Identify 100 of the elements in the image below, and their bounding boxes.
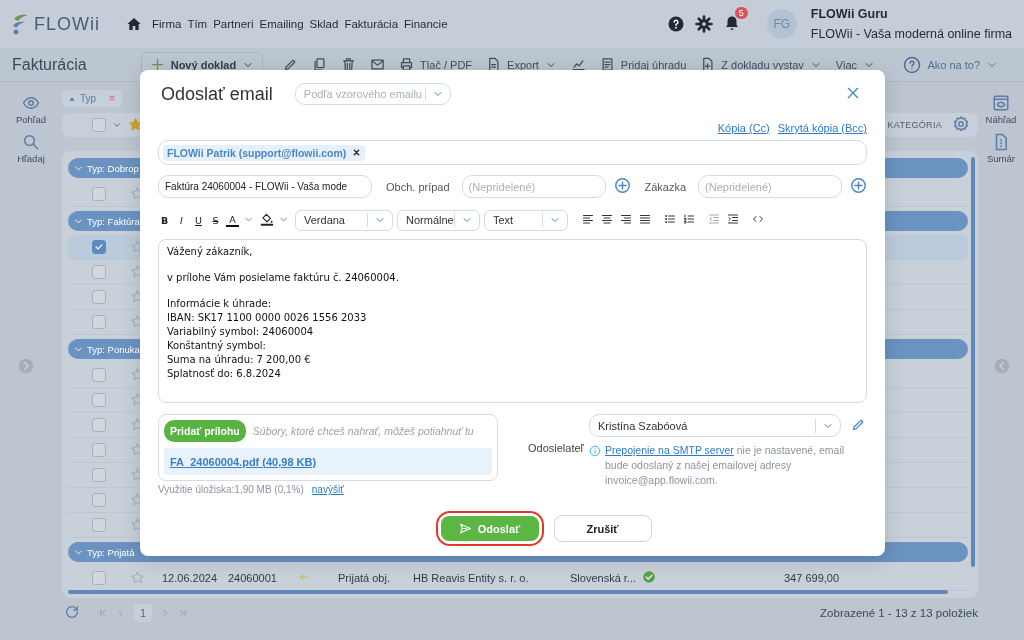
- checkbox[interactable]: [92, 443, 106, 457]
- last-page-icon[interactable]: [178, 608, 189, 618]
- toolbar-button[interactable]: Tlač / PDF: [399, 57, 473, 72]
- message-line: Vážený zákazník,: [167, 246, 254, 257]
- checkbox[interactable]: [92, 118, 106, 132]
- attachment-area[interactable]: Pridať prílohu Súbory, ktoré chceš nahrať, môžeš potiahnuť tu FA_24060004.pdf (40,98 KB): [158, 414, 498, 481]
- align-center-icon[interactable]: [601, 213, 613, 225]
- page-number[interactable]: 1: [134, 604, 153, 622]
- indent-icon[interactable]: [727, 213, 739, 225]
- checkbox[interactable]: [92, 315, 106, 329]
- code-icon[interactable]: [752, 213, 764, 225]
- nav-link[interactable]: Partneri: [213, 18, 254, 30]
- previous-page-icon[interactable]: [116, 608, 126, 618]
- date-cell-text: 12.06.2024: [162, 572, 219, 584]
- nav-link[interactable]: Sklad: [309, 18, 339, 30]
- checkbox[interactable]: [92, 368, 106, 382]
- nav-link[interactable]: Emailing: [259, 18, 304, 30]
- bullet-list-icon[interactable]: [664, 213, 676, 225]
- rail-button[interactable]: Hľadaj: [17, 133, 45, 164]
- scrollbar[interactable]: [971, 157, 975, 567]
- align-left-icon[interactable]: [582, 213, 594, 225]
- trash-icon[interactable]: [341, 57, 357, 72]
- justify-icon[interactable]: [639, 213, 651, 225]
- outdent-icon[interactable]: [708, 213, 720, 225]
- star-icon[interactable]: [130, 569, 145, 585]
- checkbox[interactable]: [92, 518, 106, 532]
- format-button[interactable]: S: [209, 214, 222, 226]
- caret-icon[interactable]: [112, 120, 122, 130]
- message-line: IBAN: SK17 1100 0000 0026 1556 2033: [167, 312, 368, 323]
- bcc-link[interactable]: Skrytá kópia (Bcc): [777, 122, 867, 136]
- numbered-list-icon[interactable]: [683, 213, 695, 225]
- refresh-icon[interactable]: [64, 604, 80, 620]
- checkbox[interactable]: [92, 393, 106, 407]
- dropdown[interactable]: Normálne: [397, 209, 480, 231]
- checkbox[interactable]: [92, 290, 106, 304]
- upgrade-link[interactable]: navýšiť: [311, 484, 344, 495]
- recipients-field[interactable]: FLOWii Patrik (support@flowii.com): [158, 140, 867, 165]
- chevron-left-icon[interactable]: [994, 358, 1010, 374]
- arrow-left-icon: [298, 571, 310, 583]
- rail-button[interactable]: Pohľad: [15, 94, 47, 125]
- toolbar-button[interactable]: Export: [486, 57, 557, 72]
- format-button[interactable]: A: [226, 213, 239, 227]
- smtp-link[interactable]: Prepojenie na SMTP server: [605, 444, 734, 456]
- nav-link[interactable]: Fakturácia: [344, 18, 399, 30]
- help-icon[interactable]: [666, 15, 685, 33]
- dropdown[interactable]: Verdana: [295, 209, 393, 231]
- dropdown[interactable]: Text: [484, 209, 568, 231]
- add-icon[interactable]: [613, 177, 631, 194]
- nav-link[interactable]: Tím: [187, 18, 208, 30]
- checkbox[interactable]: [92, 187, 106, 201]
- message-line: Splatnosť do: 6.8.2024: [167, 368, 282, 379]
- receipt-icon: [599, 57, 615, 72]
- checkbox[interactable]: [92, 571, 106, 585]
- notification-badge: 5: [734, 7, 748, 19]
- checkbox[interactable]: [92, 468, 106, 482]
- field-label: Odosielateľ: [528, 442, 585, 454]
- mail-icon[interactable]: [370, 57, 386, 72]
- rail-button[interactable]: Sumár: [987, 133, 1015, 164]
- settings-icon[interactable]: [694, 15, 713, 33]
- nav-link[interactable]: Firma: [152, 18, 182, 30]
- pencil-icon[interactable]: [851, 417, 866, 432]
- add-icon[interactable]: [850, 177, 867, 194]
- rail-button[interactable]: Náhľad: [985, 94, 1017, 125]
- sender-dropdown[interactable]: Kristína Szabóová: [589, 414, 841, 437]
- nav-link[interactable]: Financie: [404, 18, 448, 30]
- fill-bucket-icon[interactable]: [260, 212, 274, 226]
- remove-icon[interactable]: [352, 148, 362, 157]
- checkbox[interactable]: [92, 418, 106, 432]
- message-editor[interactable]: [158, 239, 867, 403]
- checkbox[interactable]: [92, 240, 106, 254]
- chart-icon[interactable]: [570, 57, 586, 72]
- cc-link[interactable]: Kópia (Cc): [717, 122, 770, 136]
- cancel-button[interactable]: Zrušiť: [553, 515, 652, 542]
- subject-field[interactable]: Faktúra 24060004 - FLOWii - Vaša mode: [158, 175, 372, 198]
- filter-chip[interactable]: Typ: [62, 90, 123, 107]
- check-icon: [94, 242, 104, 252]
- message-line: Informácie k úhrade:: [167, 298, 273, 309]
- column-header[interactable]: KATEGÓRIA: [887, 120, 942, 130]
- scrollbar[interactable]: [68, 590, 948, 594]
- format-button[interactable]: B: [158, 214, 171, 226]
- company-name: FLOWii - Vaša moderná online firma: [810, 27, 1012, 41]
- chevron-right-icon[interactable]: [18, 358, 34, 374]
- logo-text[interactable]: FLOWii: [34, 13, 100, 35]
- toolbar-button[interactable]: Z dokladu vystav: [700, 57, 822, 72]
- add-attachment-button[interactable]: Pridať prílohu: [164, 420, 246, 442]
- checkbox[interactable]: [92, 493, 106, 507]
- home-icon[interactable]: [126, 16, 142, 32]
- toolbar-button[interactable]: Viac: [835, 58, 876, 71]
- toolbar-button[interactable]: Pridaj úhradu: [599, 57, 687, 72]
- first-page-icon[interactable]: [98, 608, 108, 618]
- toolbar-button[interactable]: Ako na to?: [903, 55, 998, 74]
- copy-icon[interactable]: [312, 57, 328, 72]
- align-right-icon[interactable]: [620, 213, 632, 225]
- format-button[interactable]: U: [192, 214, 205, 226]
- checkbox[interactable]: [92, 265, 106, 279]
- page-title: Fakturácia: [12, 55, 87, 74]
- format-button[interactable]: I: [175, 214, 188, 226]
- close-icon[interactable]: [845, 85, 861, 101]
- star-icon[interactable]: [128, 116, 143, 132]
- attachment-link[interactable]: FA_24060004.pdf (40,98 KB): [170, 455, 317, 468]
